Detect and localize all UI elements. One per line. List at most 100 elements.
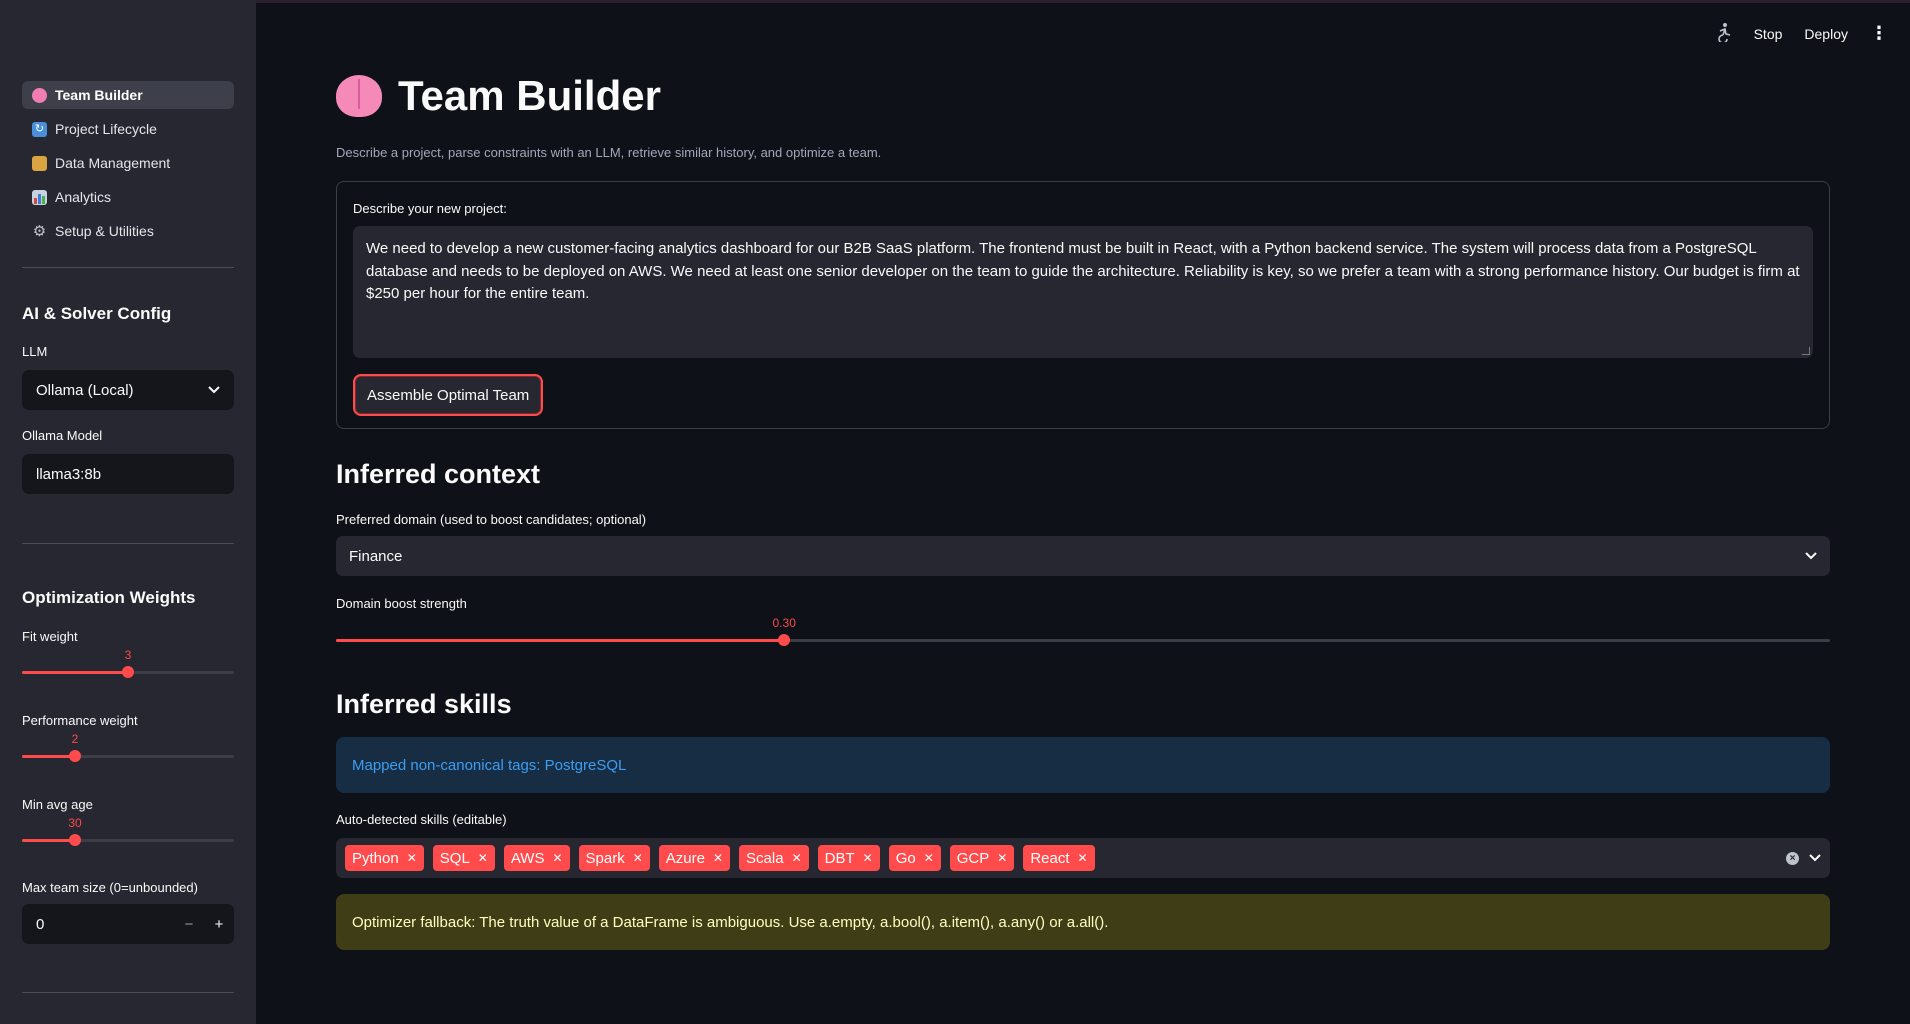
- skill-tag[interactable]: Python ✕: [345, 845, 424, 871]
- warning-alert: Optimizer fallback: The truth value of a…: [336, 894, 1830, 950]
- slider-fill: [22, 755, 75, 758]
- max-team-size-label: Max team size (0=unbounded): [22, 880, 198, 895]
- preferred-domain-value: Finance: [349, 547, 403, 565]
- chevron-down-icon: [208, 386, 220, 394]
- project-description-label: Describe your new project:: [353, 201, 507, 216]
- fit-weight-slider[interactable]: 3: [22, 648, 234, 682]
- page-subtitle: Describe a project, parse constraints wi…: [336, 145, 882, 160]
- max-team-size-stepper[interactable]: 0 − +: [22, 904, 234, 944]
- remove-tag-icon[interactable]: ✕: [478, 851, 488, 865]
- assemble-team-button[interactable]: Assemble Optimal Team: [353, 374, 544, 416]
- slider-value: 0.30: [772, 616, 796, 630]
- remove-tag-icon[interactable]: ✕: [552, 851, 562, 865]
- project-description-text: We need to develop a new customer-facing…: [366, 240, 1800, 302]
- remove-tag-icon[interactable]: ✕: [863, 851, 873, 865]
- skill-tag[interactable]: Spark ✕: [578, 845, 650, 871]
- sidebar-divider: [22, 992, 234, 993]
- preferred-domain-label: Preferred domain (used to boost candidat…: [336, 512, 647, 527]
- skill-tag-label: AWS: [510, 849, 545, 867]
- slider-value: 30: [68, 816, 82, 830]
- remove-tag-icon[interactable]: ✕: [792, 851, 802, 865]
- slider-value: 2: [71, 732, 79, 746]
- sidebar-item-setup-utilities[interactable]: ⚙ Setup & Utilities: [22, 217, 234, 245]
- slider-thumb[interactable]: [122, 666, 134, 678]
- ollama-model-value: llama3:8b: [36, 465, 102, 483]
- llm-select-value: Ollama (Local): [36, 381, 134, 399]
- sidebar-divider: [22, 543, 234, 544]
- llm-select[interactable]: Ollama (Local): [22, 370, 234, 410]
- skill-tag[interactable]: React ✕: [1023, 845, 1095, 871]
- project-form: Describe your new project: We need to de…: [336, 181, 1830, 429]
- remove-tag-icon[interactable]: ✕: [997, 851, 1007, 865]
- cycle-icon: ↻: [32, 121, 47, 137]
- preferred-domain-select[interactable]: Finance: [336, 536, 1830, 576]
- remove-tag-icon[interactable]: ✕: [633, 851, 643, 865]
- remove-tag-icon[interactable]: ✕: [924, 851, 934, 865]
- domain-boost-slider[interactable]: 0.30: [336, 616, 1830, 650]
- fit-weight-label: Fit weight: [22, 629, 78, 644]
- multiselect-controls: ×: [1786, 851, 1821, 865]
- sidebar-item-project-lifecycle[interactable]: ↻ Project Lifecycle: [22, 115, 234, 143]
- sidebar-item-label: Analytics: [55, 189, 112, 205]
- inferred-skills-heading: Inferred skills: [336, 689, 512, 719]
- slider-thumb[interactable]: [778, 634, 791, 646]
- slider-thumb[interactable]: [69, 750, 81, 762]
- skill-tag-label: SQL: [439, 849, 470, 867]
- sidebar-nav: Team Builder ↻ Project Lifecycle Data Ma…: [22, 81, 234, 251]
- auto-detected-skills-label: Auto-detected skills (editable): [336, 812, 507, 827]
- ollama-model-label: Ollama Model: [22, 428, 103, 443]
- increment-button[interactable]: +: [204, 916, 234, 933]
- remove-tag-icon[interactable]: ✕: [407, 851, 417, 865]
- sidebar-divider: [22, 267, 234, 268]
- bar-chart-icon: [32, 189, 47, 205]
- skill-tag[interactable]: DBT ✕: [817, 845, 880, 871]
- sidebar-item-label: Team Builder: [55, 87, 143, 103]
- chevron-down-icon[interactable]: [1809, 854, 1821, 862]
- skill-tag[interactable]: SQL ✕: [432, 845, 495, 871]
- skill-tag-label: React: [1030, 849, 1070, 867]
- resize-handle[interactable]: [1802, 347, 1810, 355]
- slider-thumb[interactable]: [69, 834, 81, 846]
- skill-tag[interactable]: Go ✕: [888, 845, 941, 871]
- sidebar-item-analytics[interactable]: Analytics: [22, 183, 234, 211]
- skill-tag-label: Scala: [746, 849, 784, 867]
- min-avg-age-label: Min avg age: [22, 797, 93, 812]
- ai-config-heading: AI & Solver Config: [22, 304, 172, 323]
- accessibility-icon[interactable]: [1714, 22, 1732, 45]
- llm-label: LLM: [22, 344, 48, 359]
- skills-multiselect[interactable]: Python ✕ SQL ✕ AWS ✕ Spark ✕ Azure ✕ Scala ✕ DBT ✕ Go ✕…: [336, 838, 1830, 878]
- project-description-textarea[interactable]: We need to develop a new customer-facing…: [353, 226, 1813, 358]
- performance-weight-slider[interactable]: 2: [22, 732, 234, 766]
- performance-weight-label: Performance weight: [22, 713, 138, 728]
- skill-tag[interactable]: Azure ✕: [658, 845, 731, 871]
- max-team-size-value[interactable]: 0: [36, 916, 174, 933]
- sidebar-item-data-management[interactable]: Data Management: [22, 149, 234, 177]
- brain-icon: [336, 75, 382, 117]
- skill-tag[interactable]: Scala ✕: [739, 845, 809, 871]
- ollama-model-input[interactable]: llama3:8b: [22, 454, 234, 494]
- clear-all-icon[interactable]: ×: [1786, 851, 1799, 865]
- slider-value: 3: [124, 648, 132, 662]
- skill-tag-label: GCP: [956, 849, 990, 867]
- skill-tag-label: Python: [352, 849, 399, 867]
- sidebar-item-label: Setup & Utilities: [55, 223, 154, 239]
- decrement-button[interactable]: −: [174, 916, 204, 933]
- main-menu-icon[interactable]: ⋮: [1870, 23, 1888, 44]
- stop-button[interactable]: Stop: [1754, 26, 1783, 42]
- skill-tag-label: DBT: [824, 849, 855, 867]
- min-avg-age-slider[interactable]: 30: [22, 816, 234, 850]
- skill-tag[interactable]: AWS ✕: [503, 845, 570, 871]
- brain-icon: [32, 87, 47, 103]
- page-title-row: Team Builder: [336, 72, 661, 120]
- remove-tag-icon[interactable]: ✕: [713, 851, 723, 865]
- info-alert: Mapped non-canonical tags: PostgreSQL: [336, 737, 1830, 793]
- remove-tag-icon[interactable]: ✕: [1078, 851, 1088, 865]
- warning-alert-text: Optimizer fallback: The truth value of a…: [352, 913, 1109, 931]
- sidebar-item-team-builder[interactable]: Team Builder: [22, 81, 234, 109]
- skill-tags: Python ✕ SQL ✕ AWS ✕ Spark ✕ Azure ✕ Scala ✕ DBT ✕ Go ✕…: [345, 845, 1104, 871]
- card-file-icon: [32, 155, 47, 171]
- sidebar-item-label: Data Management: [55, 155, 171, 171]
- deploy-button[interactable]: Deploy: [1804, 26, 1848, 42]
- slider-fill: [22, 839, 75, 842]
- skill-tag[interactable]: GCP ✕: [949, 845, 1015, 871]
